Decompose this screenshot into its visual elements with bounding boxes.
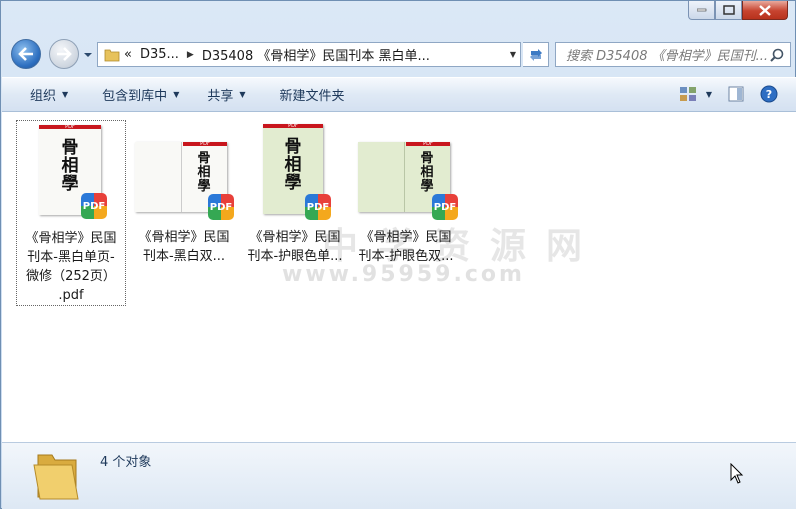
folder-icon (33, 454, 79, 500)
search-placeholder: 搜索 D35408 《骨相学》民国刊... (566, 49, 769, 64)
search-input[interactable]: 搜索 D35408 《骨相学》民国刊... (555, 42, 791, 67)
back-button[interactable] (11, 39, 41, 69)
cover-seal: 骨 相 學 (420, 152, 434, 194)
breadcrumb: « D35... ▶ D35408 《骨相学》民国刊本 黑白单... (124, 45, 430, 64)
file-list: 中学资源网 www.95959.com PDF 骨 相 學 PDF 《骨相学》民… (2, 112, 796, 442)
search-icon (770, 48, 784, 62)
recent-pages-button[interactable] (83, 49, 93, 59)
arrow-right-icon (57, 47, 72, 61)
chevron-down-icon: ▼ (173, 90, 180, 99)
share-label: 共享 (207, 89, 234, 104)
refresh-button[interactable] (523, 42, 549, 67)
breadcrumb-overflow[interactable]: « (124, 47, 132, 62)
file-item[interactable]: PDF 骨 相 學 PDF 《骨相学》民国 刊本-护眼色双... (352, 120, 460, 270)
file-name: 《骨相学》民国 刊本-黑白单页- 微修（252页） .pdf (25, 231, 117, 303)
caption-buttons (688, 1, 788, 20)
pdf-tag: PDF (423, 141, 433, 147)
mouse-cursor-icon (730, 463, 744, 484)
explorer-window: « D35... ▶ D35408 《骨相学》民国刊本 黑白单... ▼ 搜索 … (0, 0, 796, 509)
file-item[interactable]: PDF 骨 相 學 PDF 《骨相学》民国 刊本-黑白双... (130, 120, 238, 270)
item-count: 4 个对象 (100, 455, 152, 470)
maximize-icon (722, 5, 735, 15)
seal-char: 學 (284, 173, 302, 193)
cover-seal: 骨 相 學 (284, 138, 302, 192)
file-name: 《骨相学》民国 刊本-护眼色单... (247, 230, 343, 264)
toolbar-right: ▼ ? (679, 85, 778, 103)
seal-char: 學 (420, 179, 434, 194)
chevron-down-icon: ▼ (62, 90, 69, 99)
command-bar: 组织 ▼ 包含到库中 ▼ 共享 ▼ 新建文件夹 ▼ ? (2, 77, 796, 112)
include-in-library-menu[interactable]: 包含到库中 ▼ (102, 85, 179, 104)
view-options-button[interactable]: ▼ (679, 87, 712, 101)
arrow-left-icon (18, 47, 33, 61)
details-pane: 4 个对象 (2, 442, 796, 509)
seal-char: 學 (61, 174, 79, 194)
view-options-icon (679, 87, 696, 101)
organize-menu[interactable]: 组织 ▼ (30, 85, 68, 104)
seal-char: 相 (197, 165, 211, 180)
pdf-tag: PDF (200, 141, 210, 147)
maximize-button[interactable] (715, 1, 742, 20)
seal-char: 骨 (420, 151, 434, 166)
pdf-badge-icon: PDF (305, 194, 331, 220)
cover-seal: 骨 相 學 (61, 139, 79, 193)
new-folder-button[interactable]: 新建文件夹 (280, 85, 345, 104)
navigation-bar: « D35... ▶ D35408 《骨相学》民国刊本 黑白单... ▼ 搜索 … (11, 39, 791, 69)
breadcrumb-separator-icon[interactable]: ▶ (187, 50, 194, 60)
pdf-tag: PDF (288, 123, 298, 129)
close-icon (759, 4, 771, 16)
cover-seal: 骨 相 學 (197, 152, 211, 194)
file-item[interactable]: PDF 骨 相 學 PDF 《骨相学》民国 刊本-黑白单页- 微修（252页） … (16, 120, 126, 306)
seal-char: 骨 (61, 138, 79, 158)
file-item[interactable]: PDF 骨 相 學 PDF 《骨相学》民国 刊本-护眼色单... (241, 120, 349, 270)
share-menu[interactable]: 共享 ▼ (207, 85, 245, 104)
chevron-down-icon (84, 53, 92, 57)
seal-char: 相 (420, 165, 434, 180)
breadcrumb-parent[interactable]: D35... (140, 47, 179, 62)
pdf-thumbnail: PDF 骨 相 學 PDF (130, 120, 238, 228)
svg-text:?: ? (766, 88, 772, 101)
include-in-library-label: 包含到库中 (102, 89, 168, 104)
breadcrumb-current[interactable]: D35408 《骨相学》民国刊本 黑白单... (202, 45, 430, 64)
folder-icon (104, 49, 120, 61)
pdf-thumbnail: PDF 骨 相 學 PDF (352, 120, 460, 228)
pdf-tag: PDF (65, 124, 75, 130)
seal-char: 骨 (197, 151, 211, 166)
forward-button[interactable] (49, 39, 79, 69)
file-name: 《骨相学》民国 刊本-黑白双... (138, 230, 230, 264)
preview-pane-button[interactable] (728, 86, 744, 102)
close-button[interactable] (742, 1, 788, 20)
file-name: 《骨相学》民国 刊本-护眼色双... (358, 230, 454, 264)
page-divider (404, 142, 405, 212)
pdf-thumbnail: PDF 骨 相 學 PDF (241, 120, 349, 228)
pdf-badge-icon: PDF (432, 194, 458, 220)
help-icon[interactable]: ? (760, 85, 778, 103)
seal-char: 相 (61, 156, 79, 176)
chevron-down-icon: ▼ (705, 89, 712, 99)
seal-char: 骨 (284, 137, 302, 157)
seal-char: 學 (197, 179, 211, 194)
pdf-thumbnail: PDF 骨 相 學 PDF (17, 121, 125, 229)
pdf-badge-icon: PDF (208, 194, 234, 220)
organize-label: 组织 (30, 89, 57, 104)
pdf-badge-icon: PDF (81, 193, 107, 219)
new-folder-label: 新建文件夹 (279, 89, 345, 104)
address-history-chevron-icon[interactable]: ▼ (510, 50, 516, 59)
address-bar[interactable]: « D35... ▶ D35408 《骨相学》民国刊本 黑白单... ▼ (97, 42, 521, 67)
minimize-button[interactable] (688, 1, 715, 20)
chevron-down-icon: ▼ (239, 90, 246, 99)
seal-char: 相 (284, 155, 302, 175)
page-divider (181, 142, 182, 212)
refresh-icon (529, 48, 542, 61)
minimize-icon (696, 8, 706, 12)
